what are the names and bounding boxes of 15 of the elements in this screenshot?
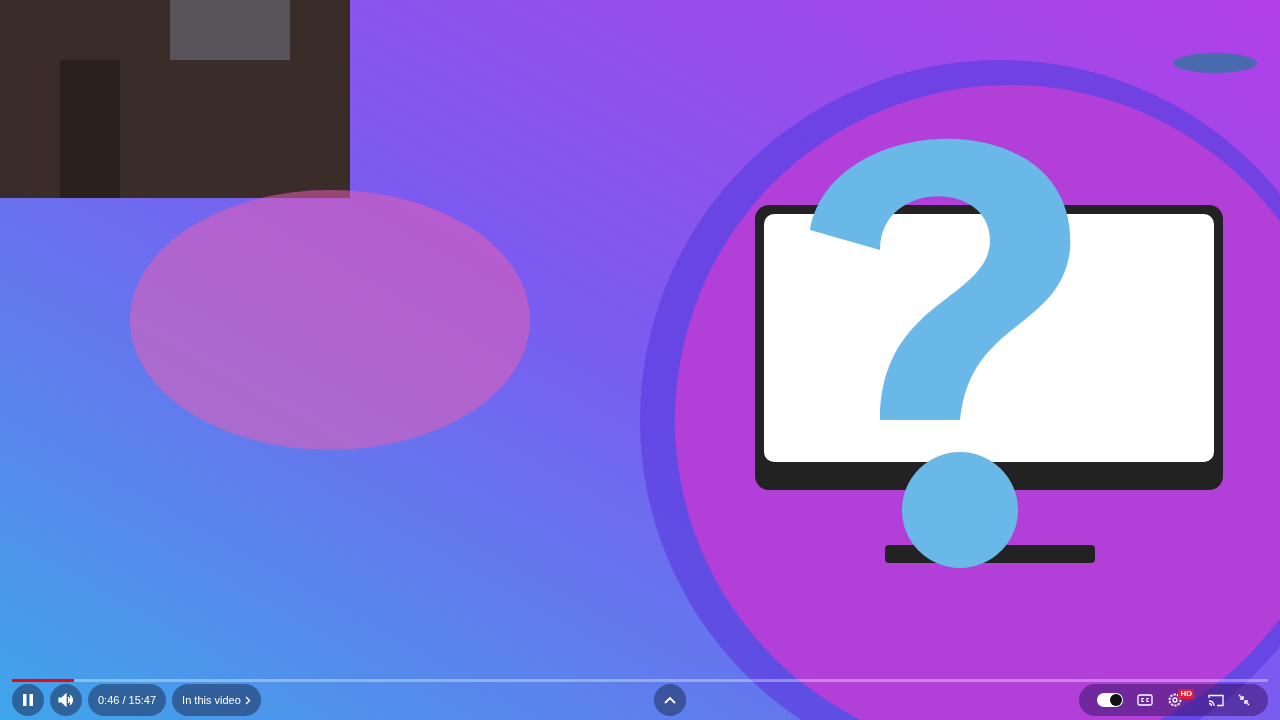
exit-fullscreen-icon[interactable] — [1238, 694, 1250, 706]
pause-icon — [22, 693, 34, 707]
expand-button[interactable] — [654, 684, 687, 716]
settings-button[interactable]: HD — [1167, 689, 1194, 711]
volume-button[interactable] — [50, 684, 82, 716]
volume-icon — [58, 693, 74, 707]
captions-icon[interactable] — [1137, 694, 1154, 706]
autoplay-toggle[interactable] — [1097, 693, 1124, 707]
time-display: 0:46 / 15:47 — [88, 684, 167, 716]
pause-button[interactable] — [12, 684, 44, 716]
chevron-right-icon — [244, 695, 251, 705]
quality-badge: HD — [1178, 689, 1194, 699]
chapter-button[interactable]: In this video — [172, 684, 261, 716]
cast-icon[interactable] — [1208, 693, 1224, 707]
chevron-up-icon — [664, 696, 677, 704]
